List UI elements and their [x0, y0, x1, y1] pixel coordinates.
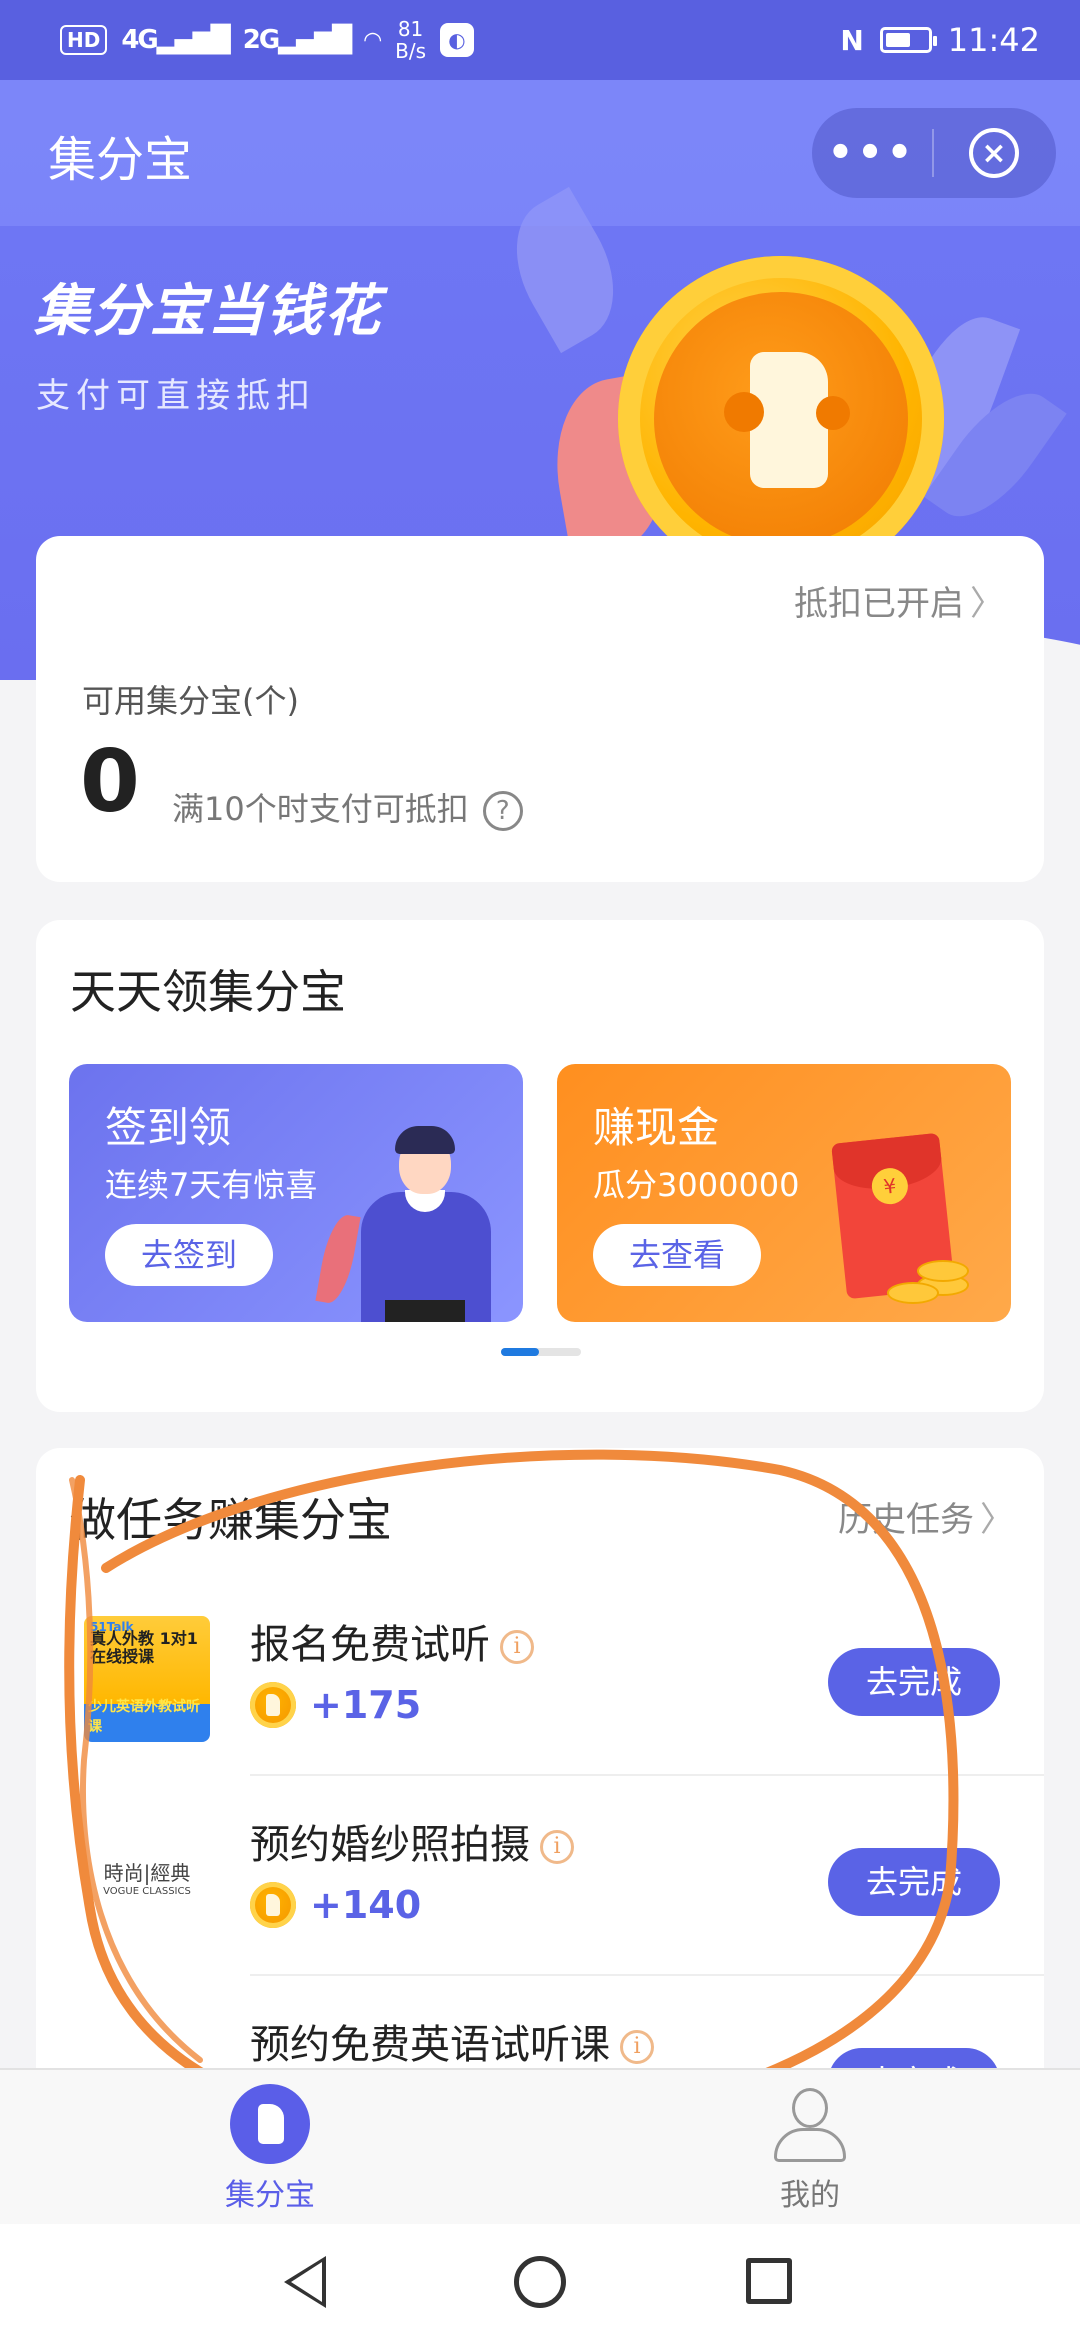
- points-hint-text: 满10个时支付可抵扣: [172, 790, 469, 828]
- info-icon[interactable]: i: [540, 1830, 574, 1864]
- daily-title: 天天领集分宝: [70, 965, 346, 1019]
- history-tasks-link[interactable]: 历史任务〉: [838, 1492, 1014, 1541]
- close-icon: ×: [969, 128, 1019, 178]
- close-button[interactable]: ×: [934, 128, 1054, 178]
- recent-apps-icon[interactable]: [746, 2258, 792, 2304]
- tab-home-label: 集分宝: [225, 2178, 315, 2213]
- coin-icon: [250, 1882, 296, 1928]
- hd-badge: HD: [60, 25, 108, 55]
- task-thumbnail: 51Talk 真人外教 1对1 在线授课 少儿英语外教试听课: [84, 1616, 210, 1742]
- status-bar: HD 4G▂▄▆█ 2G▂▄▆█ ◠ 81 B/s ◐ N 11:42: [0, 0, 1080, 80]
- user-icon-head: [792, 2088, 828, 2128]
- reward-value: +140: [310, 1883, 422, 1927]
- task-thumbnail: 時尚|經典 VOGUE CLASSICS: [84, 1816, 210, 1942]
- view-cash-button[interactable]: 去查看: [593, 1224, 761, 1286]
- thumb-sub: VOGUE CLASSICS: [103, 1886, 191, 1897]
- speed-value: 81: [397, 17, 424, 41]
- tab-mine-label: 我的: [780, 2178, 840, 2213]
- person-legs: [385, 1300, 465, 1322]
- checkin-tile-title: 签到领: [105, 1103, 232, 1152]
- thumb-text: 真人外教 1对1 在线授课: [90, 1629, 198, 1666]
- home-icon[interactable]: [514, 2256, 566, 2308]
- app-title: 集分宝: [48, 132, 193, 188]
- complete-task-button[interactable]: 去完成: [828, 1848, 1000, 1916]
- coin-inner: [654, 292, 908, 546]
- help-icon[interactable]: ?: [482, 791, 523, 831]
- task-reward: +175: [250, 1682, 421, 1728]
- task-item: 51Talk 真人外教 1对1 在线授课 少儿英语外教试听课 报名免费试听 i +…: [36, 1576, 1044, 1776]
- task-name-label: 预约免费英语试听课: [250, 2022, 610, 2068]
- promo-subtitle: 支付可直接抵扣: [36, 376, 316, 416]
- coin-logo-icon: [724, 352, 850, 488]
- status-bar-left: HD 4G▂▄▆█ 2G▂▄▆█ ◠ 81 B/s ◐: [60, 18, 474, 62]
- daily-rewards-card: 天天领集分宝 签到领 连续7天有惊喜 去签到 赚现金 瓜分3000000 去查看…: [36, 920, 1044, 1412]
- task-item: 预约免费英语试听课 i 去完成: [36, 1976, 1044, 2068]
- complete-task-button[interactable]: 去完成: [828, 2048, 1000, 2068]
- network-speed: 81 B/s: [395, 18, 426, 62]
- task-name: 预约婚纱照拍摄 i: [250, 1812, 574, 1870]
- carousel-pager-active: [501, 1348, 539, 1356]
- points-card: 抵扣已开启〉 可用集分宝(个) 0 满10个时支付可抵扣?: [36, 536, 1044, 882]
- points-hint: 满10个时支付可抵扣?: [172, 784, 523, 831]
- points-value: 0: [80, 732, 140, 832]
- status-bar-right: N 11:42: [840, 21, 1040, 59]
- thumb-text: 時尚|經典: [103, 1861, 191, 1885]
- checkin-tile-subtitle: 连续7天有惊喜: [105, 1166, 318, 1204]
- tab-mine[interactable]: 我的: [710, 2084, 910, 2214]
- info-icon[interactable]: i: [620, 2030, 654, 2064]
- wifi-icon: ◠: [364, 27, 382, 53]
- gold-coin-icon: [887, 1282, 939, 1304]
- carousel-pager: [501, 1348, 581, 1356]
- tab-bar: 集分宝 我的: [0, 2068, 1080, 2224]
- coin-icon: [250, 1682, 296, 1728]
- task-name-label: 预约婚纱照拍摄: [250, 1822, 530, 1868]
- tasks-card: 做任务赚集分宝 历史任务〉 51Talk 真人外教 1对1 在线授课 少儿英语外…: [36, 1448, 1044, 2068]
- clock: 11:42: [947, 21, 1040, 59]
- navbar: 集分宝 ••• ×: [0, 80, 1080, 226]
- cash-tile-title: 赚现金: [593, 1103, 720, 1152]
- deduct-status-label: 抵扣已开启: [794, 584, 964, 624]
- speed-unit: B/s: [395, 39, 426, 63]
- signal-icon: 4G▂▄▆█: [121, 25, 230, 55]
- chevron-right-icon: 〉: [980, 1500, 1014, 1540]
- gold-coin-icon: [917, 1260, 969, 1282]
- network-2-label: 2G: [242, 25, 280, 55]
- network-1-label: 4G: [121, 25, 158, 55]
- checkin-button[interactable]: 去签到: [105, 1224, 273, 1286]
- tab-home[interactable]: 集分宝: [170, 2084, 370, 2214]
- task-name: 预约免费英语试听课 i: [250, 2012, 654, 2068]
- leaf-decoration: [315, 1212, 361, 1306]
- tasks-title: 做任务赚集分宝: [70, 1493, 392, 1547]
- back-icon[interactable]: [284, 2256, 326, 2308]
- more-icon[interactable]: •••: [812, 130, 932, 176]
- notification-app-icon: ◐: [440, 23, 474, 57]
- task-item: 時尚|經典 VOGUE CLASSICS 预约婚纱照拍摄 i +140 去完成: [36, 1776, 1044, 1976]
- user-icon: [770, 2084, 850, 2164]
- history-tasks-label: 历史任务: [838, 1500, 974, 1540]
- coin-logo-icon: [230, 2084, 310, 2164]
- signal-icon-2: 2G▂▄▆█: [242, 25, 352, 55]
- system-nav-bar: [0, 2224, 1080, 2340]
- task-reward: +140: [250, 1882, 421, 1928]
- mini-program-capsule: ••• ×: [812, 108, 1056, 198]
- thumb-bottom: 少儿英语外教试听课: [88, 1699, 200, 1735]
- reward-value: +175: [310, 1683, 422, 1727]
- task-name-label: 报名免费试听: [250, 1622, 490, 1668]
- info-icon[interactable]: i: [500, 1630, 534, 1664]
- checkin-tile[interactable]: 签到领 连续7天有惊喜 去签到: [69, 1064, 523, 1322]
- coin-illustration: [618, 256, 944, 582]
- battery-icon: [879, 27, 937, 53]
- deduct-status-link[interactable]: 抵扣已开启〉: [794, 576, 1004, 625]
- task-name: 报名免费试听 i: [250, 1612, 534, 1670]
- cash-tile-subtitle: 瓜分3000000: [593, 1166, 800, 1204]
- chevron-right-icon: 〉: [970, 584, 1004, 624]
- cash-tile[interactable]: 赚现金 瓜分3000000 去查看 ¥: [557, 1064, 1011, 1322]
- nfc-icon: N: [840, 23, 864, 57]
- points-label: 可用集分宝(个): [82, 682, 299, 720]
- user-icon-body: [774, 2128, 846, 2162]
- complete-task-button[interactable]: 去完成: [828, 1648, 1000, 1716]
- promo-title: 集分宝当钱花: [34, 279, 382, 344]
- person-hair: [395, 1126, 455, 1154]
